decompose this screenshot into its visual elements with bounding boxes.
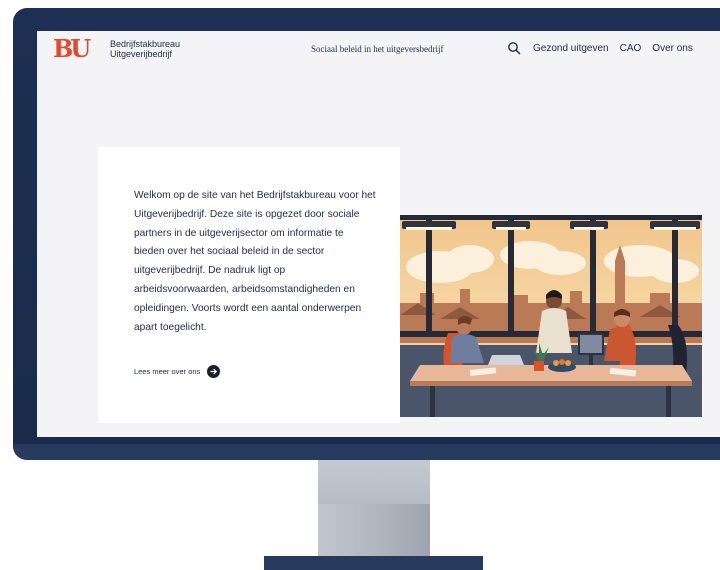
brand-line-1: Bedrijfstakbureau <box>110 39 181 49</box>
brand-name[interactable]: Bedrijfstakbureau Uitgeverijbedrijf <box>110 39 180 59</box>
read-more-link[interactable]: Lees meer over ons <box>134 365 221 378</box>
arrow-right-icon <box>207 365 221 378</box>
monitor-base <box>264 556 483 570</box>
monitor-stand <box>318 460 430 560</box>
brand-line-2: Uitgeverijbedrijf <box>110 49 173 59</box>
nav-link-sociaal-beleid[interactable]: Sociaal beleid in het uitgeversbedrijf <box>311 44 443 54</box>
website-screen: BU Bedrijfstakbureau Uitgeverijbedrijf S… <box>37 31 720 437</box>
nav-item-gezond-uitgeven[interactable]: Gezond uitgeven <box>533 43 609 54</box>
nav-item-over-ons[interactable]: Over ons <box>652 43 693 54</box>
main-nav: Gezond uitgeven CAO Over ons <box>533 43 693 54</box>
nav-item-cao[interactable]: CAO <box>620 43 642 54</box>
intro-text: Welkom op de site van het Bedrijfstakbur… <box>134 190 376 333</box>
read-more-label: Lees meer over ons <box>134 367 201 376</box>
site-header: BU Bedrijfstakbureau Uitgeverijbedrijf S… <box>37 31 720 65</box>
site-logo[interactable]: BU <box>53 37 99 61</box>
office-illustration <box>400 215 702 417</box>
search-icon[interactable] <box>507 41 521 55</box>
intro-card: Welkom op de site van het Bedrijfstakbur… <box>98 147 400 423</box>
